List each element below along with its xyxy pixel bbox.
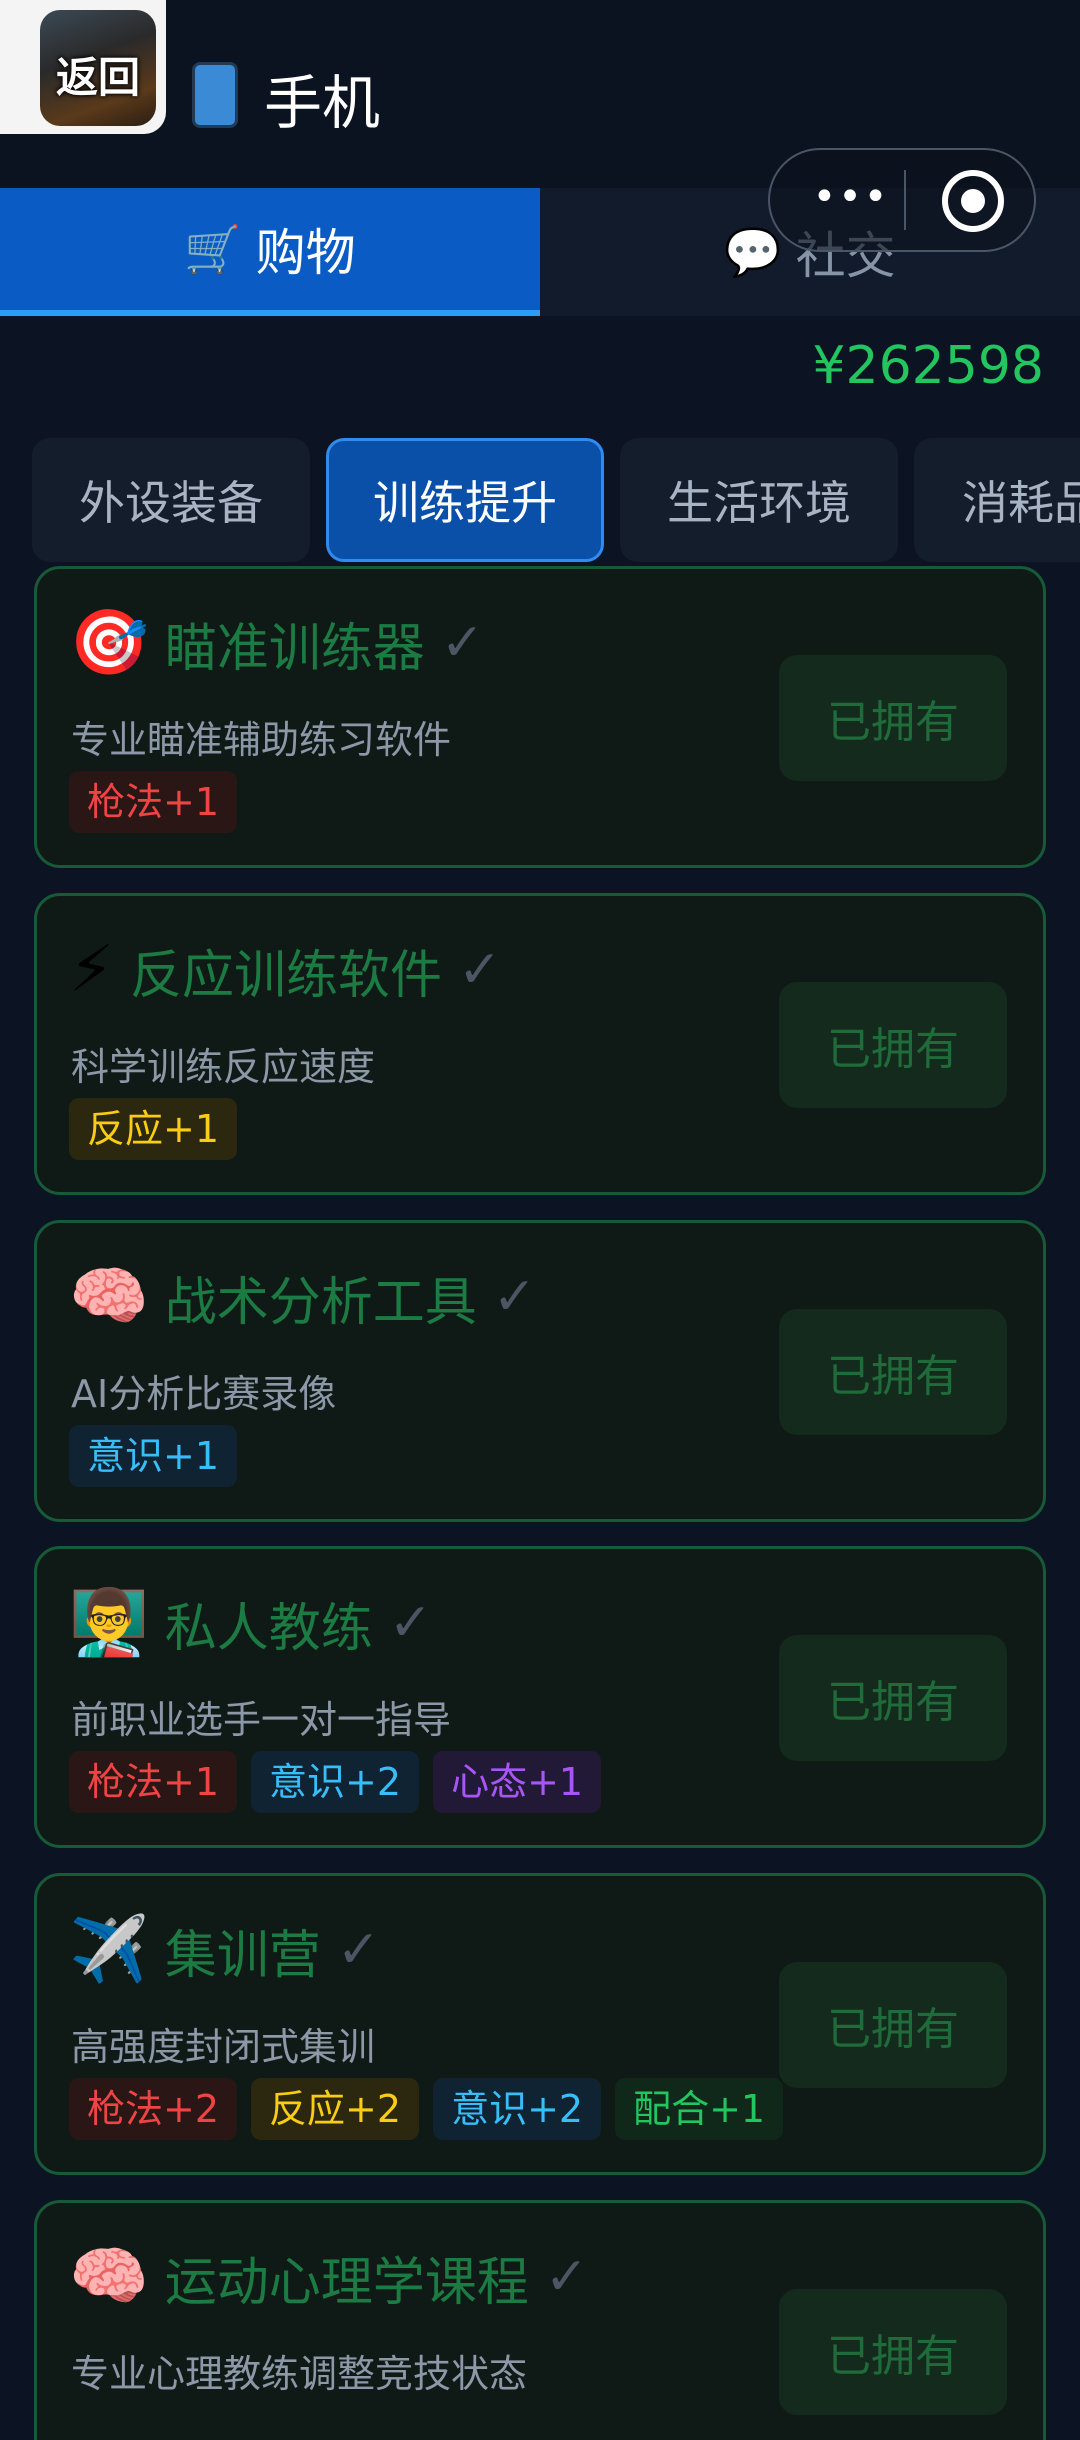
money-balance: ¥262598 [812, 336, 1044, 396]
chat-bubble-icon: 💬 [724, 224, 782, 279]
cart-icon: 🛒 [184, 221, 242, 276]
category-living[interactable]: 生活环境 [620, 438, 898, 562]
stat-tag: 反应+1 [69, 1098, 238, 1160]
owned-button[interactable]: 已拥有 [779, 2289, 1007, 2415]
stat-tag: 枪法+1 [69, 1751, 238, 1813]
shop-item-card: ⚡ 反应训练软件 ✓ 科学训练反应速度 反应+1 已拥有 [34, 893, 1046, 1195]
owned-button[interactable]: 已拥有 [779, 655, 1007, 781]
item-name: 私人教练 [164, 1598, 373, 1659]
item-name: 运动心理学课程 [164, 2252, 529, 2313]
stat-tag: 心态+1 [433, 1751, 602, 1813]
item-description: 科学训练反应速度 [71, 1045, 376, 1089]
brain-icon: 🧠 [69, 1260, 149, 1334]
category-tabs: 外设装备 训练提升 生活环境 消耗品 [0, 438, 1080, 568]
check-icon: ✓ [336, 1920, 381, 1980]
category-training[interactable]: 训练提升 [326, 438, 604, 562]
item-description: AI分析比赛录像 [71, 1372, 337, 1416]
check-icon: ✓ [388, 1593, 433, 1653]
mini-program-capsule: ••• [768, 148, 1036, 252]
category-peripherals[interactable]: 外设装备 [32, 438, 310, 562]
check-icon: ✓ [440, 613, 485, 673]
stat-tag: 意识+2 [251, 1751, 420, 1813]
back-button[interactable]: 返回 [0, 0, 166, 134]
target-icon: 🎯 [69, 606, 149, 680]
page-title: 手机 [264, 69, 381, 137]
stat-tag: 枪法+2 [69, 2078, 238, 2140]
lightning-icon: ⚡ [69, 933, 114, 1007]
item-name: 瞄准训练器 [164, 618, 425, 679]
teacher-icon: 👨‍🏫 [69, 1586, 149, 1660]
item-name: 战术分析工具 [164, 1272, 477, 1333]
check-icon: ✓ [457, 940, 502, 1000]
check-icon: ✓ [544, 2247, 589, 2307]
stat-tag: 枪法+1 [69, 771, 238, 833]
item-description: 专业心理教练调整竞技状态 [71, 2352, 528, 2396]
shop-item-card: 🧠 战术分析工具 ✓ AI分析比赛录像 意识+1 已拥有 [34, 1220, 1046, 1522]
item-description: 专业瞄准辅助练习软件 [71, 718, 452, 762]
back-label: 返回 [55, 53, 140, 102]
owned-button[interactable]: 已拥有 [779, 1635, 1007, 1761]
shop-item-card: 👨‍🏫 私人教练 ✓ 前职业选手一对一指导 枪法+1 意识+2 心态+1 已拥有 [34, 1546, 1046, 1848]
owned-button[interactable]: 已拥有 [779, 1309, 1007, 1435]
item-description: 前职业选手一对一指导 [71, 1698, 452, 1742]
item-stat-tags: 意识+1 [69, 1425, 238, 1487]
item-stat-tags: 枪法+2 反应+2 意识+2 配合+1 [69, 2078, 784, 2140]
close-target-icon[interactable] [942, 170, 1004, 232]
game-avatar-image: 返回 [40, 10, 156, 126]
item-stat-tags: 枪法+1 [69, 771, 238, 833]
capsule-divider [904, 170, 906, 230]
category-consumables[interactable]: 消耗品 [914, 438, 1080, 562]
owned-button[interactable]: 已拥有 [779, 1962, 1007, 2088]
stat-tag: 反应+2 [251, 2078, 420, 2140]
tab-shopping-label: 购物 [255, 224, 356, 282]
shop-item-card: 🎯 瞄准训练器 ✓ 专业瞄准辅助练习软件 枪法+1 已拥有 [34, 566, 1046, 868]
stat-tag: 意识+1 [69, 1425, 238, 1487]
shop-item-card: 🧠 运动心理学课程 ✓ 专业心理教练调整竞技状态 已拥有 [34, 2200, 1046, 2440]
check-icon: ✓ [492, 1267, 537, 1327]
item-name: 集训营 [164, 1925, 321, 1986]
brain-icon: 🧠 [69, 2240, 149, 2314]
stat-tag: 意识+2 [433, 2078, 602, 2140]
item-name: 反应训练软件 [129, 945, 442, 1006]
phone-icon [192, 62, 238, 128]
item-description: 高强度封闭式集训 [71, 2025, 376, 2069]
stat-tag: 配合+1 [615, 2078, 784, 2140]
tab-shopping[interactable]: 🛒 购物 [0, 188, 540, 316]
shop-item-card: ✈️ 集训营 ✓ 高强度封闭式集训 枪法+2 反应+2 意识+2 配合+1 已拥… [34, 1873, 1046, 2175]
airplane-icon: ✈️ [69, 1913, 149, 1987]
owned-button[interactable]: 已拥有 [779, 982, 1007, 1108]
more-options-button[interactable]: ••• [806, 172, 896, 228]
item-stat-tags: 反应+1 [69, 1098, 238, 1160]
item-stat-tags: 枪法+1 意识+2 心态+1 [69, 1751, 602, 1813]
